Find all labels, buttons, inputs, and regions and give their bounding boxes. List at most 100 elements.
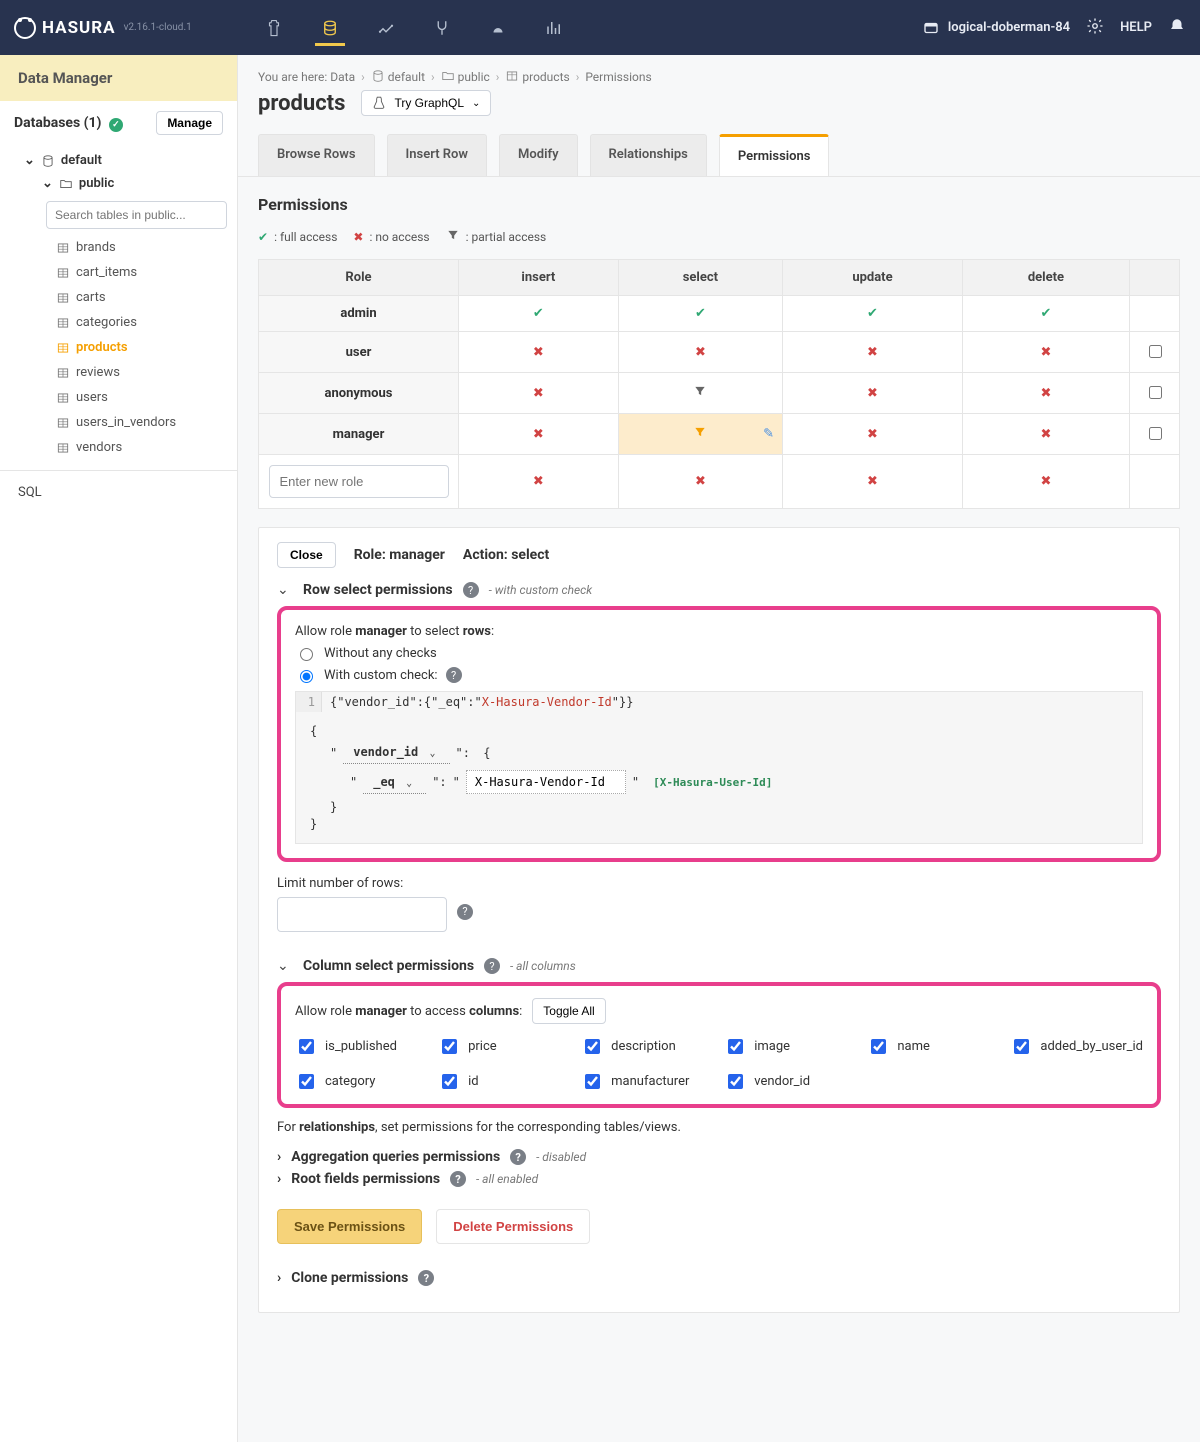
custom-check-radio[interactable] bbox=[300, 670, 313, 683]
save-permissions-button[interactable]: Save Permissions bbox=[277, 1209, 422, 1244]
remote-schemas-icon[interactable] bbox=[427, 13, 457, 43]
settings-icon[interactable] bbox=[1086, 17, 1104, 39]
toggle-all-button[interactable]: Toggle All bbox=[532, 998, 605, 1024]
tab-browse-rows[interactable]: Browse Rows bbox=[258, 134, 375, 176]
column-checkbox-price[interactable]: price bbox=[438, 1036, 563, 1057]
permission-cell[interactable]: ✖ bbox=[618, 332, 782, 373]
sidebar-table-item[interactable]: vendors bbox=[0, 435, 237, 460]
help-link[interactable]: HELP bbox=[1120, 20, 1152, 35]
limit-input[interactable] bbox=[277, 897, 447, 932]
permission-cell[interactable]: ✖ bbox=[459, 455, 619, 509]
tab-insert-row[interactable]: Insert Row bbox=[387, 134, 488, 176]
bulk-select-cell[interactable] bbox=[1130, 414, 1180, 455]
actions-icon[interactable] bbox=[371, 13, 401, 43]
delete-permissions-button[interactable]: Delete Permissions bbox=[436, 1209, 590, 1244]
filter-value-input[interactable] bbox=[466, 770, 626, 794]
custom-check-option[interactable]: With custom check: ? bbox=[295, 667, 1143, 683]
permission-cell[interactable]: ✖ bbox=[783, 414, 963, 455]
api-explorer-icon[interactable] bbox=[259, 13, 289, 43]
column-checkbox-manufacturer[interactable]: manufacturer bbox=[581, 1071, 706, 1092]
sidebar-table-item[interactable]: reviews bbox=[0, 360, 237, 385]
help-icon[interactable]: ? bbox=[484, 958, 500, 974]
permission-cell[interactable]: ✔ bbox=[783, 296, 963, 332]
permission-cell[interactable]: ✖ bbox=[783, 373, 963, 414]
search-tables-input[interactable] bbox=[46, 201, 227, 229]
project-selector[interactable]: logical-doberman-84 bbox=[922, 19, 1070, 37]
permission-cell[interactable]: ✖ bbox=[459, 414, 619, 455]
tab-permissions[interactable]: Permissions bbox=[719, 134, 830, 176]
sidebar-table-item[interactable]: products bbox=[0, 335, 237, 360]
column-checkbox-is_published[interactable]: is_published bbox=[295, 1036, 420, 1057]
permission-cell[interactable]: ✖ bbox=[962, 455, 1129, 509]
pencil-icon[interactable]: ✎ bbox=[763, 427, 774, 442]
column-checkbox[interactable] bbox=[442, 1074, 457, 1089]
help-icon[interactable]: ? bbox=[418, 1270, 434, 1286]
monitoring-icon[interactable] bbox=[539, 13, 569, 43]
schema-node[interactable]: ⌄ public bbox=[0, 172, 237, 195]
without-checks-option[interactable]: Without any checks bbox=[295, 645, 1143, 661]
column-checkbox-vendor_id[interactable]: vendor_id bbox=[724, 1071, 849, 1092]
manage-button[interactable]: Manage bbox=[156, 111, 223, 135]
filter-op-selector[interactable]: _eq ⌄ bbox=[363, 771, 426, 794]
row-permissions-header[interactable]: ⌄ Row select permissions ? - with custom… bbox=[277, 582, 1161, 598]
column-checkbox[interactable] bbox=[299, 1074, 314, 1089]
help-icon[interactable]: ? bbox=[463, 582, 479, 598]
sidebar-table-item[interactable]: users_in_vendors bbox=[0, 410, 237, 435]
close-button[interactable]: Close bbox=[277, 542, 336, 568]
help-icon[interactable]: ? bbox=[446, 667, 462, 683]
permission-cell[interactable]: ✖ bbox=[459, 373, 619, 414]
filter-field-selector[interactable]: vendor_id ⌄ bbox=[343, 741, 449, 764]
database-node[interactable]: ⌄ default bbox=[0, 149, 237, 172]
permission-cell[interactable]: ✖ bbox=[783, 332, 963, 373]
clone-permissions-row[interactable]: › Clone permissions ? bbox=[277, 1270, 1161, 1286]
data-tab-icon[interactable] bbox=[315, 16, 345, 46]
column-checkbox[interactable] bbox=[728, 1074, 743, 1089]
breadcrumb-item[interactable]: products bbox=[505, 70, 569, 84]
permission-cell[interactable]: ✖ bbox=[618, 455, 782, 509]
sidebar-table-item[interactable]: carts bbox=[0, 285, 237, 310]
hasura-logo[interactable]: HASURA bbox=[14, 17, 116, 39]
bulk-select-checkbox[interactable] bbox=[1149, 427, 1162, 440]
column-checkbox-id[interactable]: id bbox=[438, 1071, 563, 1092]
column-checkbox-image[interactable]: image bbox=[724, 1036, 849, 1057]
column-checkbox-description[interactable]: description bbox=[581, 1036, 706, 1057]
permission-cell[interactable]: ✔ bbox=[962, 296, 1129, 332]
permission-cell[interactable]: ✔ bbox=[459, 296, 619, 332]
permission-cell[interactable]: ✖ bbox=[459, 332, 619, 373]
sql-nav[interactable]: SQL bbox=[0, 471, 237, 514]
breadcrumb-item[interactable]: Data bbox=[330, 70, 355, 84]
notifications-icon[interactable] bbox=[1168, 17, 1186, 39]
permission-cell[interactable]: ✖ bbox=[962, 332, 1129, 373]
permission-cell[interactable]: ✖ bbox=[962, 414, 1129, 455]
sidebar-table-item[interactable]: categories bbox=[0, 310, 237, 335]
column-checkbox[interactable] bbox=[299, 1039, 314, 1054]
bulk-select-cell[interactable] bbox=[1130, 332, 1180, 373]
sidebar-table-item[interactable]: users bbox=[0, 385, 237, 410]
new-role-input[interactable] bbox=[269, 465, 449, 498]
permission-cell[interactable]: ✎ bbox=[618, 414, 782, 455]
tab-relationships[interactable]: Relationships bbox=[590, 134, 707, 176]
aggregation-permissions-row[interactable]: › Aggregation queries permissions ? - di… bbox=[277, 1149, 1161, 1165]
column-checkbox[interactable] bbox=[585, 1039, 600, 1054]
column-checkbox-name[interactable]: name bbox=[867, 1036, 992, 1057]
sidebar-table-item[interactable]: brands bbox=[0, 235, 237, 260]
root-fields-permissions-row[interactable]: › Root fields permissions ? - all enable… bbox=[277, 1171, 1161, 1187]
column-checkbox[interactable] bbox=[728, 1039, 743, 1054]
bulk-select-cell[interactable] bbox=[1130, 373, 1180, 414]
help-icon[interactable]: ? bbox=[457, 904, 473, 920]
session-var-hint[interactable]: [X-Hasura-User-Id] bbox=[653, 776, 772, 789]
try-graphql-button[interactable]: Try GraphQL ⌄ bbox=[361, 90, 491, 116]
column-checkbox[interactable] bbox=[442, 1039, 457, 1054]
permission-cell[interactable]: ✔ bbox=[618, 296, 782, 332]
bulk-select-checkbox[interactable] bbox=[1149, 386, 1162, 399]
filter-code-editor[interactable]: 1 {"vendor_id":{"_eq":"X-Hasura-Vendor-I… bbox=[295, 691, 1143, 844]
help-icon[interactable]: ? bbox=[510, 1149, 526, 1165]
breadcrumb-item[interactable]: default bbox=[371, 70, 425, 84]
breadcrumb-item[interactable]: public bbox=[441, 70, 490, 84]
events-icon[interactable] bbox=[483, 13, 513, 43]
column-checkbox-category[interactable]: category bbox=[295, 1071, 420, 1092]
without-checks-radio[interactable] bbox=[300, 648, 313, 661]
permission-cell[interactable]: ✖ bbox=[783, 455, 963, 509]
tab-modify[interactable]: Modify bbox=[499, 134, 578, 176]
help-icon[interactable]: ? bbox=[450, 1171, 466, 1187]
